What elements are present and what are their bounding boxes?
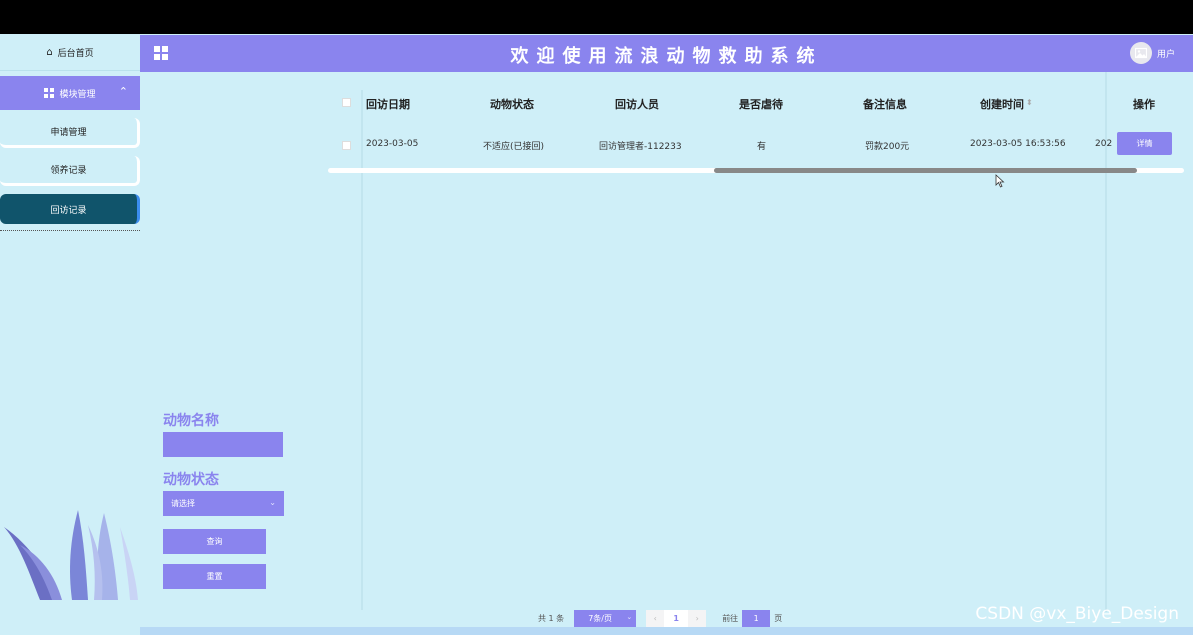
detail-button[interactable]: 详情	[1117, 132, 1172, 155]
column-header[interactable]: 回访日期	[366, 96, 410, 112]
query-button[interactable]: 查询	[163, 529, 266, 554]
sidebar-item-revisit[interactable]: 回访记录	[0, 194, 140, 224]
sidebar-divider	[0, 230, 140, 231]
next-page-button[interactable]: ›	[688, 609, 707, 627]
column-header[interactable]: 回访人员	[615, 96, 659, 112]
module-grid-icon	[44, 88, 55, 98]
cell-created: 2023-03-05 16:53:56	[970, 139, 1066, 149]
page-number[interactable]: 1	[664, 609, 689, 627]
cell-person: 回访管理者-112233	[599, 142, 682, 152]
top-black-bar	[0, 0, 1193, 34]
column-header: 操作	[1133, 98, 1155, 111]
avatar-icon	[1129, 42, 1152, 64]
animal-name-input[interactable]	[163, 432, 283, 457]
page-size-value: 7条/页	[588, 613, 612, 623]
user-label: 用户	[1156, 49, 1175, 60]
sidebar-item-label: 领养记录	[50, 166, 87, 176]
cell-abused: 有	[757, 142, 767, 152]
sort-icon[interactable]: ⬍	[1026, 98, 1033, 107]
scrollbar-thumb[interactable]	[714, 168, 1137, 173]
horizontal-scrollbar[interactable]	[328, 168, 1184, 173]
cell-truncated: 202	[1095, 139, 1113, 149]
total-count: 共 1 条	[538, 613, 565, 623]
column-header[interactable]: 是否虐待	[739, 96, 783, 112]
goto-label: 前往	[722, 613, 739, 623]
sidebar-item-label: 申请管理	[50, 128, 87, 138]
row-checkbox[interactable]	[342, 141, 351, 150]
animal-status-select[interactable]: 请选择 ⌄	[163, 491, 284, 516]
cell-remark: 罚款200元	[865, 142, 910, 152]
sidebar-module-header[interactable]: 模块管理 ⌃	[0, 76, 140, 110]
select-all-checkbox[interactable]	[342, 98, 351, 107]
chevron-left-icon: ‹	[653, 613, 657, 623]
search-panel: 动物名称 动物状态 请选择 ⌄ 查询 重置	[163, 410, 288, 599]
watermark: CSDN @vx_Biye_Design	[975, 604, 1179, 624]
home-icon: ⌂	[46, 47, 53, 58]
decorative-plant-illustration	[4, 510, 138, 600]
page-title: 欢迎使用流浪动物救助系统	[510, 46, 823, 67]
chevron-down-icon: ⌄	[626, 612, 633, 621]
cell-status: 不适应(已接回)	[483, 142, 545, 152]
column-header[interactable]: 动物状态	[490, 96, 534, 112]
table-row: 2023-03-05 不适应(已接回) 回访管理者-112233 有 罚款200…	[328, 130, 1184, 160]
page-suffix: 页	[774, 613, 783, 623]
select-placeholder: 请选择	[171, 499, 195, 508]
sidebar-item-apply[interactable]: 申请管理	[0, 118, 140, 148]
animal-status-label: 动物状态	[163, 472, 219, 488]
chevron-right-icon: ›	[695, 613, 699, 623]
table-header-row: 回访日期 动物状态 回访人员 是否虐待 备注信息 创建时间 ⬍ 操作	[328, 85, 1184, 121]
mouse-cursor-icon	[995, 174, 1005, 188]
sidebar-item-label: 回访记录	[50, 205, 87, 216]
app-header: 欢迎使用流浪动物救助系统 用户	[140, 35, 1193, 72]
animal-name-label: 动物名称	[163, 413, 219, 429]
reset-button[interactable]: 重置	[163, 564, 266, 589]
prev-page-button[interactable]: ‹	[646, 609, 665, 627]
goto-page-input[interactable]: 1	[742, 609, 771, 627]
chevron-up-icon: ⌃	[118, 85, 128, 98]
cell-date: 2023-03-05	[366, 139, 419, 149]
page-size-select[interactable]: 7条/页 ⌄	[574, 609, 637, 627]
sidebar-module-label: 模块管理	[59, 89, 96, 100]
bottom-decoration	[140, 627, 1193, 635]
pagination: 共 1 条 7条/页 ⌄ ‹ 1 › 前往 1 页	[538, 609, 782, 627]
column-header[interactable]: 创建时间	[980, 96, 1024, 112]
sidebar-item-adoption[interactable]: 领养记录	[0, 156, 140, 186]
column-header[interactable]: 备注信息	[863, 96, 907, 112]
sidebar-item-label: 后台首页	[57, 49, 94, 59]
user-menu[interactable]: 用户	[1129, 42, 1175, 64]
sidebar-item-home[interactable]: ⌂ 后台首页	[0, 35, 140, 71]
chevron-down-icon: ⌄	[269, 498, 276, 507]
